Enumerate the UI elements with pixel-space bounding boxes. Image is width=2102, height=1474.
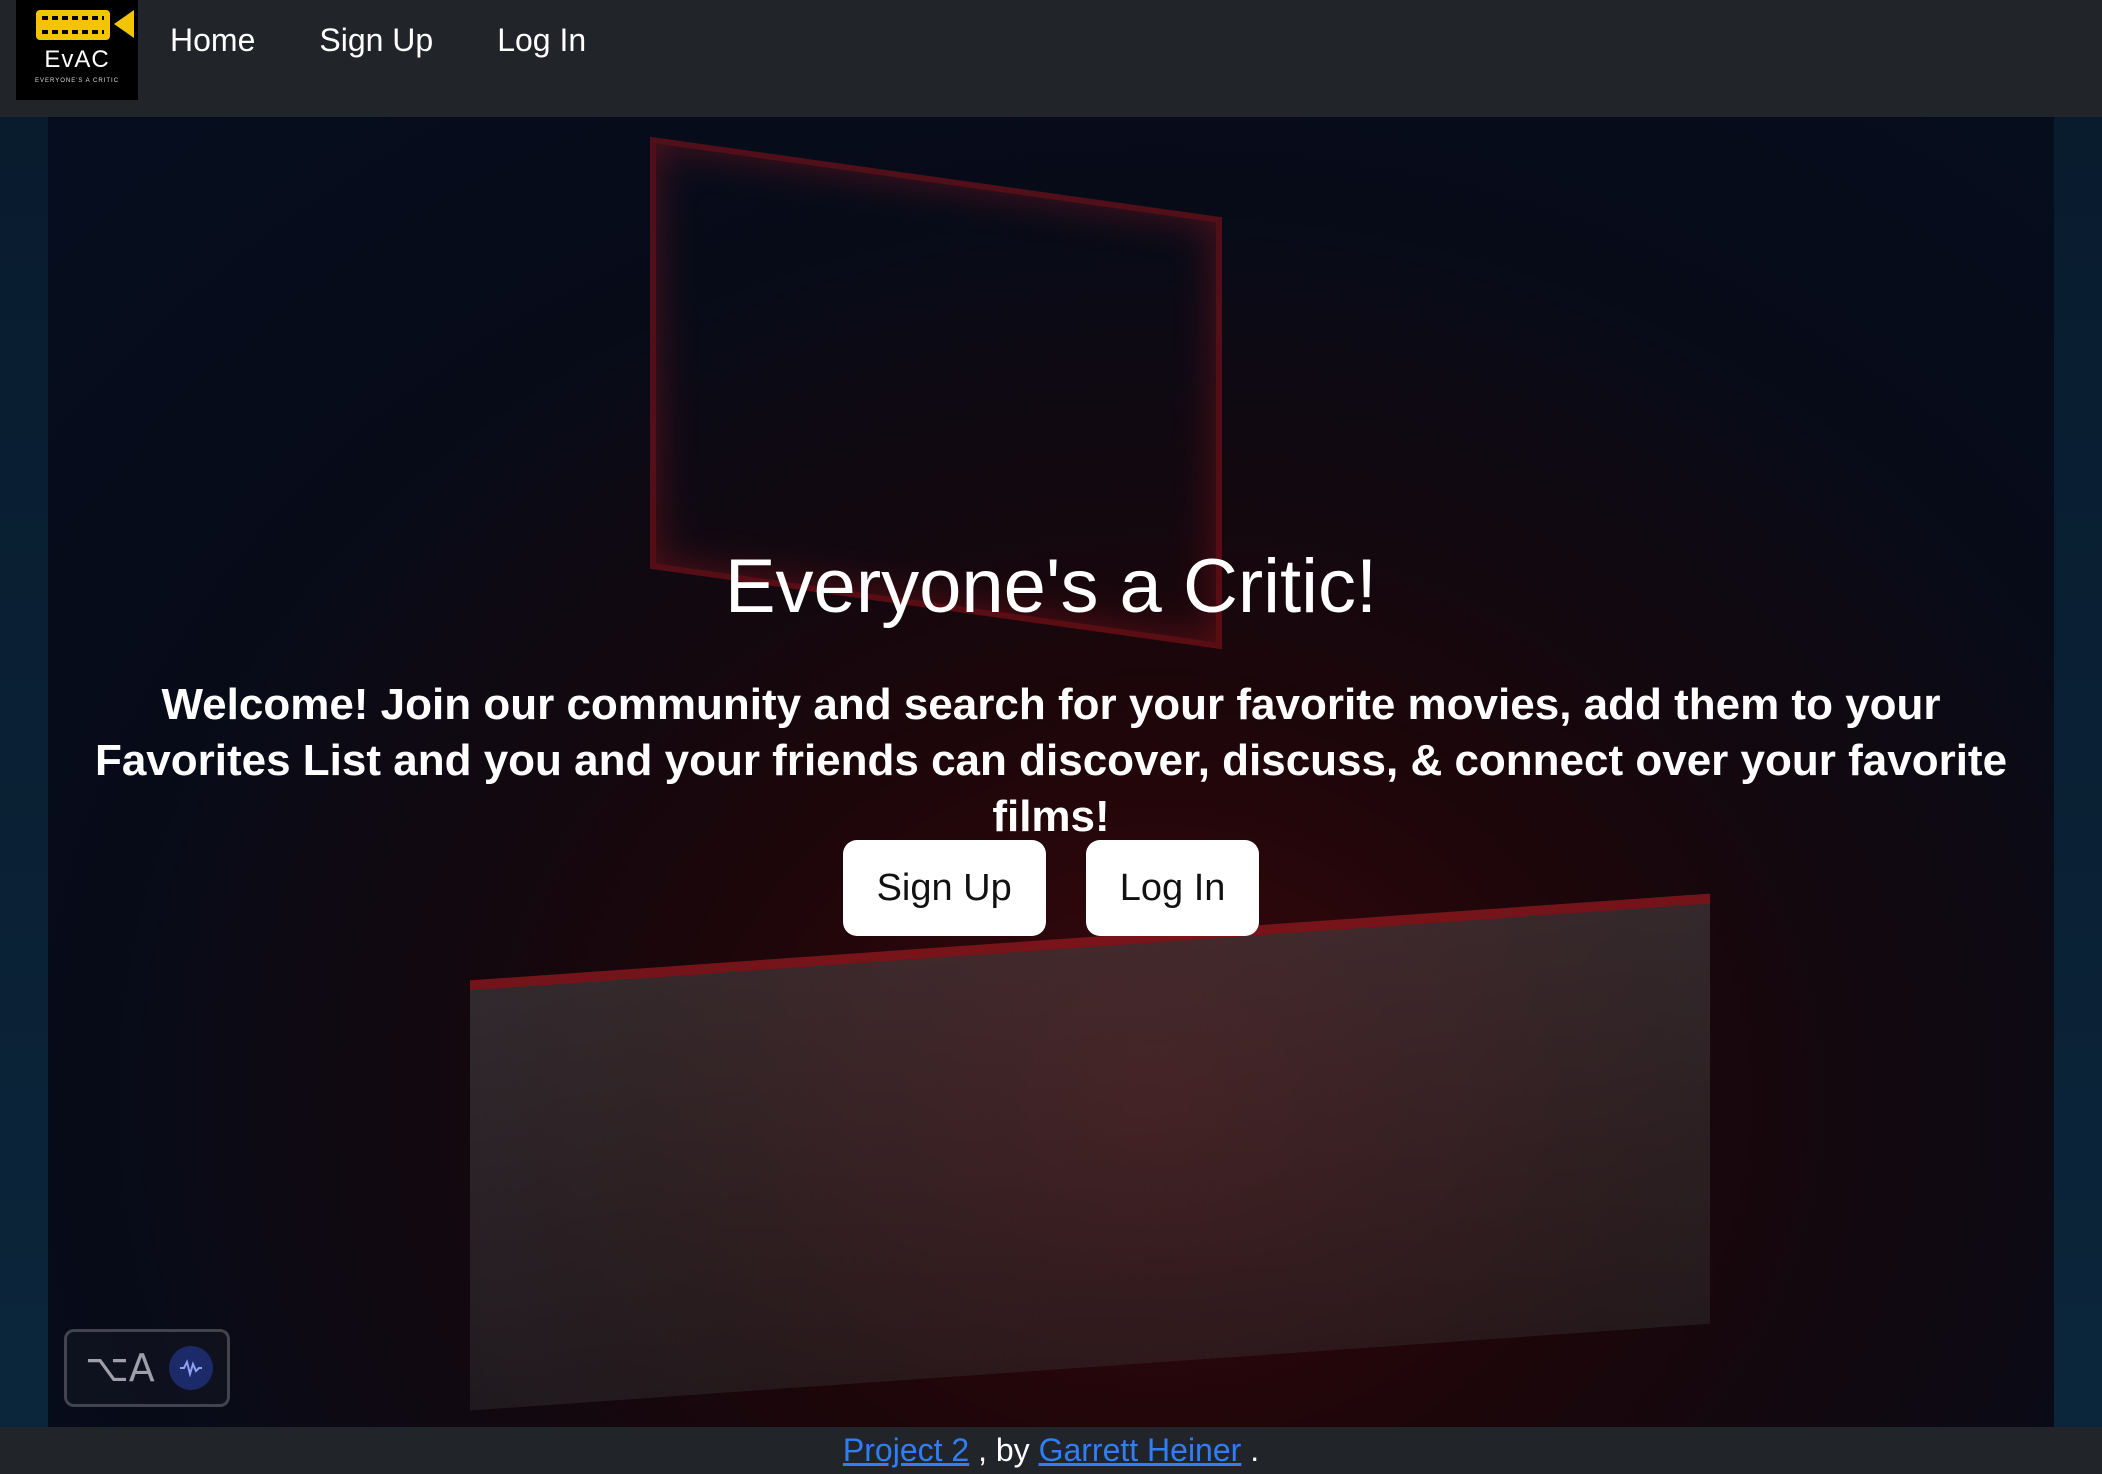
floating-widget[interactable]: ⌥A (64, 1329, 230, 1407)
logo-subtext: EVERYONE'S A CRITIC (34, 78, 120, 84)
hero-welcome-text: Welcome! Join our community and search f… (94, 680, 2008, 841)
option-a-icon: ⌥A (85, 1346, 155, 1390)
audio-wave-svg (179, 1359, 202, 1377)
logo-text: EvAC (44, 46, 110, 73)
footer-separator: , by (978, 1432, 1030, 1468)
author-link[interactable]: Garrett Heiner (1039, 1432, 1242, 1468)
evac-logo[interactable]: EvAC EVERYONE'S A CRITIC (16, 0, 138, 100)
camera-lens-icon (114, 10, 134, 38)
navbar: EvAC EVERYONE'S A CRITIC Home Sign Up Lo… (0, 0, 2102, 117)
hero-buttons: Sign Up Log In (0, 840, 2102, 936)
nav-home-link[interactable]: Home (170, 22, 255, 59)
audio-wave-icon[interactable] (168, 1346, 213, 1390)
hero-title: Everyone's a Critic! (724, 544, 1378, 629)
project-link[interactable]: Project 2 (843, 1432, 969, 1468)
hero-signup-button[interactable]: Sign Up (842, 840, 1046, 936)
hero-login-button[interactable]: Log In (1085, 840, 1260, 936)
hero-section: Everyone's a Critic! Welcome! Join our c… (0, 117, 2102, 1427)
nav-signup-link[interactable]: Sign Up (319, 22, 433, 59)
footer: Project 2 , by Garrett Heiner . (0, 1427, 2102, 1474)
footer-end: . (1250, 1432, 1260, 1468)
nav-login-link[interactable]: Log In (497, 22, 586, 59)
film-camera-icon (36, 10, 110, 40)
nav-links: Home Sign Up Log In (170, 22, 650, 59)
